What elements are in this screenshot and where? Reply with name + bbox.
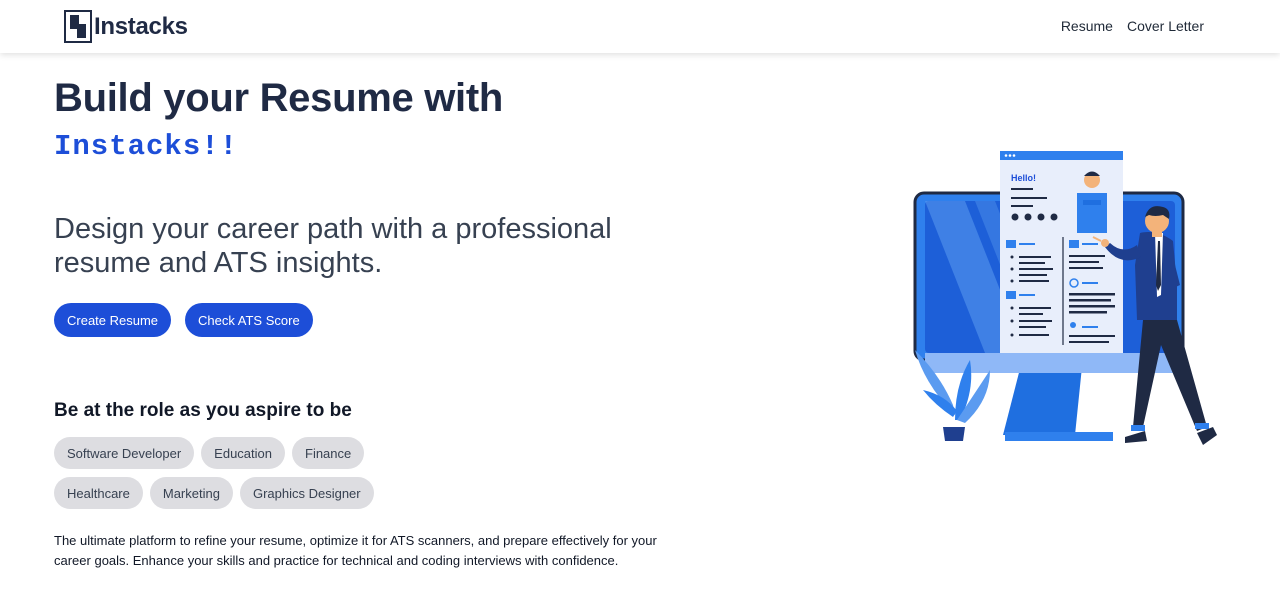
- hero-actions: Create Resume Check ATS Score: [54, 303, 313, 337]
- roles-heading: Be at the role as you aspire to be: [54, 400, 352, 421]
- top-navbar: Instacks Resume Cover Letter: [0, 0, 1280, 53]
- resume-illustration: Hello!: [913, 151, 1217, 445]
- hero-title: Build your Resume with: [54, 76, 504, 120]
- monitor-chin: [925, 353, 1175, 373]
- logo-icon: [64, 10, 92, 43]
- role-chips: Software Developer Education Finance Hea…: [54, 437, 394, 509]
- nav-links: Resume Cover Letter: [1061, 18, 1204, 34]
- check-ats-score-button[interactable]: Check ATS Score: [185, 303, 313, 337]
- hero-brand: Instacks!!: [54, 130, 239, 163]
- resume-header-bar: [1000, 151, 1123, 160]
- role-chip-marketing[interactable]: Marketing: [149, 477, 233, 509]
- nav-link-cover-letter[interactable]: Cover Letter: [1127, 18, 1204, 34]
- create-resume-button[interactable]: Create Resume: [54, 303, 172, 337]
- role-chip-finance[interactable]: Finance: [292, 437, 365, 469]
- about-text: The ultimate platform to refine your res…: [54, 533, 657, 568]
- hero-subtitle: Design your career path with a professio…: [54, 213, 612, 279]
- role-chip-software-developer[interactable]: Software Developer: [54, 437, 195, 469]
- role-chip-healthcare[interactable]: Healthcare: [54, 477, 143, 509]
- resume-greeting: Hello!: [1011, 173, 1036, 183]
- nav-link-resume[interactable]: Resume: [1061, 18, 1113, 34]
- monitor-base: [1005, 432, 1113, 441]
- role-chip-graphics-designer[interactable]: Graphics Designer: [239, 477, 374, 509]
- brand-logo[interactable]: Instacks: [64, 10, 188, 43]
- role-chip-education[interactable]: Education: [201, 437, 285, 469]
- brand-name: Instacks: [94, 12, 188, 40]
